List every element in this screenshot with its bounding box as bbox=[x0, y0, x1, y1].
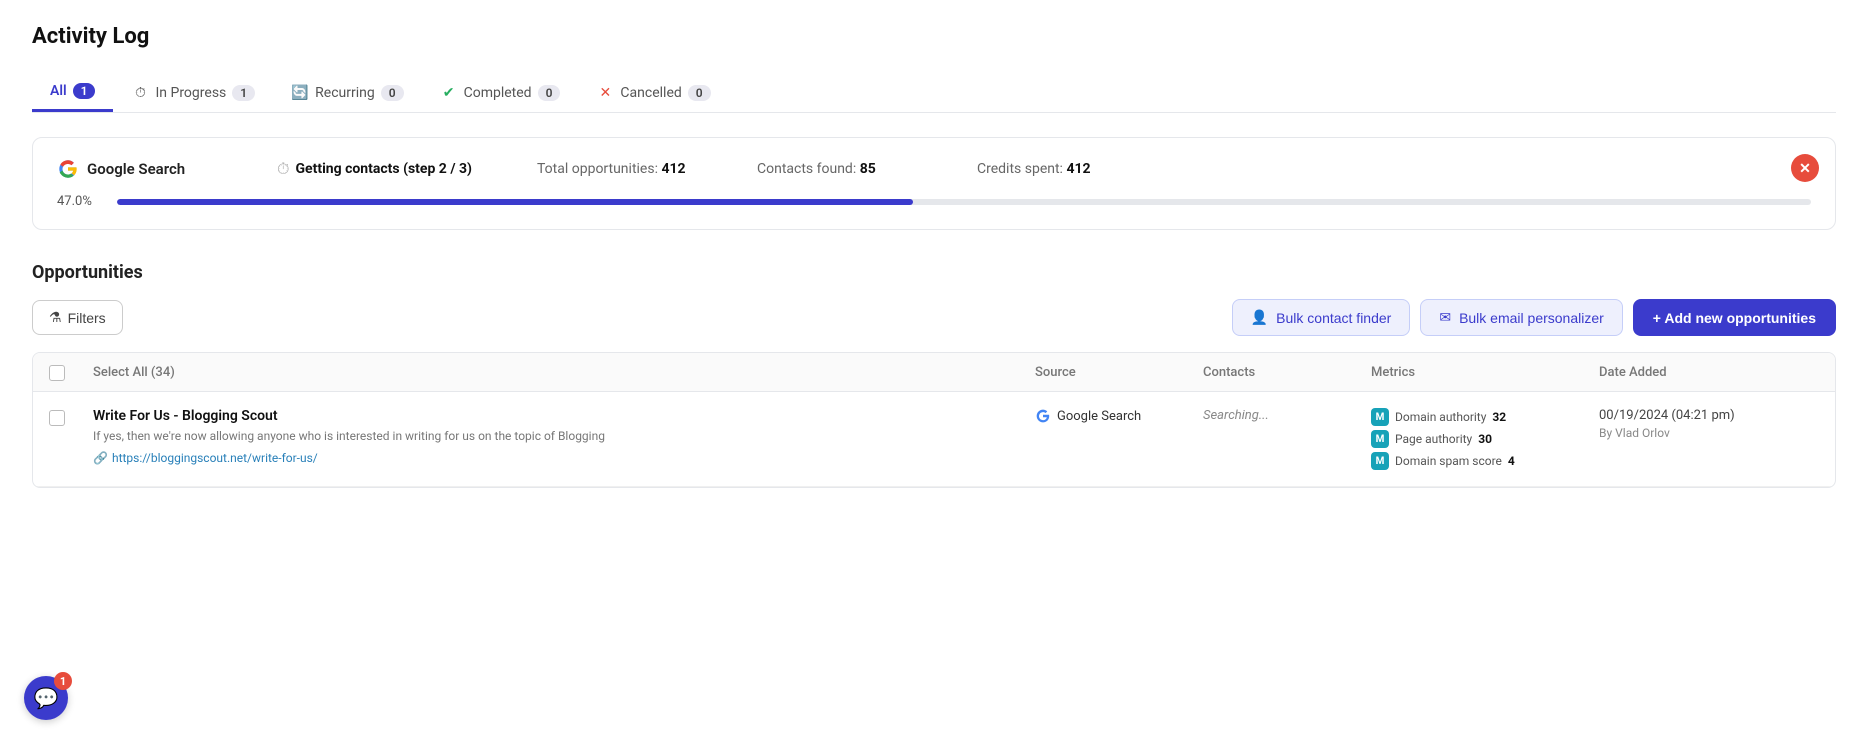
chat-badge: 1 bbox=[54, 672, 72, 690]
table-row: Write For Us - Blogging Scout If yes, th… bbox=[33, 392, 1835, 487]
opportunities-toolbar: ⚗ Filters 👤 Bulk contact finder ✉ Bulk e… bbox=[32, 299, 1836, 336]
metric-domain-authority: M Domain authority 32 bbox=[1371, 408, 1591, 426]
tab-in-progress[interactable]: ⏱ In Progress 1 bbox=[113, 73, 273, 112]
moz-icon-3: M bbox=[1371, 452, 1389, 470]
opportunity-metrics: M Domain authority 32 M Page authority 3… bbox=[1371, 408, 1591, 470]
table-header-metrics: Metrics bbox=[1371, 365, 1591, 380]
table-header-source: Source bbox=[1035, 365, 1195, 380]
person-icon: 👤 bbox=[1251, 309, 1268, 326]
opportunity-description: If yes, then we're now allowing anyone w… bbox=[93, 428, 1027, 445]
tab-recurring-label: Recurring bbox=[315, 85, 375, 101]
table-header-contacts: Contacts bbox=[1203, 365, 1363, 380]
table-header: Select All (34) Source Contacts Metrics … bbox=[33, 353, 1835, 392]
opportunity-contacts: Searching... bbox=[1203, 408, 1363, 423]
moz-icon-2: M bbox=[1371, 430, 1389, 448]
tab-all[interactable]: All 1 bbox=[32, 73, 113, 112]
tab-in-progress-label: In Progress bbox=[155, 85, 226, 101]
chat-icon: 💬 bbox=[34, 686, 59, 710]
progress-row: 47.0% bbox=[57, 194, 1811, 209]
tab-cancelled[interactable]: ✕ Cancelled 0 bbox=[578, 73, 728, 112]
progress-bar-fill bbox=[117, 199, 913, 205]
chat-button[interactable]: 💬 1 bbox=[24, 676, 68, 720]
opportunity-info: Write For Us - Blogging Scout If yes, th… bbox=[93, 408, 1027, 465]
tab-recurring-badge: 0 bbox=[381, 85, 404, 101]
table-header-date: Date Added bbox=[1599, 365, 1819, 380]
metric-spam-score: M Domain spam score 4 bbox=[1371, 452, 1591, 470]
progress-bar-background bbox=[117, 199, 1811, 205]
tabs-bar: All 1 ⏱ In Progress 1 🔄 Recurring 0 ✔ Co… bbox=[32, 73, 1836, 113]
opportunity-link[interactable]: 🔗 https://bloggingscout.net/write-for-us… bbox=[93, 451, 1027, 465]
opportunities-title: Opportunities bbox=[32, 262, 1836, 283]
activity-total-opportunities: Total opportunities: 412 bbox=[537, 161, 757, 177]
opportunities-table: Select All (34) Source Contacts Metrics … bbox=[32, 352, 1836, 488]
opportunity-date: 00/19/2024 (04:21 pm) By Vlad Orlov bbox=[1599, 408, 1819, 440]
recurring-icon: 🔄 bbox=[291, 84, 309, 102]
bulk-contact-finder-button[interactable]: 👤 Bulk contact finder bbox=[1232, 299, 1411, 336]
email-icon: ✉ bbox=[1439, 309, 1451, 326]
close-activity-button[interactable]: ✕ bbox=[1791, 154, 1819, 182]
tab-cancelled-badge: 0 bbox=[688, 85, 711, 101]
opportunities-section: Opportunities ⚗ Filters 👤 Bulk contact f… bbox=[32, 262, 1836, 488]
opportunity-source: Google Search bbox=[1035, 408, 1195, 424]
add-new-opportunities-button[interactable]: + Add new opportunities bbox=[1633, 299, 1836, 336]
activity-credits-spent: Credits spent: 412 bbox=[977, 161, 1197, 177]
progress-label: 47.0% bbox=[57, 194, 105, 209]
completed-icon: ✔ bbox=[440, 84, 458, 102]
table-header-title: Select All (34) bbox=[93, 365, 1027, 380]
metric-page-authority: M Page authority 30 bbox=[1371, 430, 1591, 448]
cancelled-icon: ✕ bbox=[596, 84, 614, 102]
activity-contacts-found: Contacts found: 85 bbox=[757, 161, 977, 177]
tab-all-badge: 1 bbox=[73, 83, 96, 99]
activity-step: ⏱ Getting contacts (step 2 / 3) bbox=[277, 159, 537, 179]
tab-all-label: All bbox=[50, 83, 67, 99]
opportunity-title: Write For Us - Blogging Scout bbox=[93, 408, 1027, 424]
activity-card: ✕ Google Search ⏱ Getting contacts (step… bbox=[32, 137, 1836, 230]
toolbar-right: 👤 Bulk contact finder ✉ Bulk email perso… bbox=[1232, 299, 1836, 336]
step-icon: ⏱ bbox=[277, 159, 289, 179]
activity-step-label: Getting contacts (step 2 / 3) bbox=[295, 161, 471, 177]
clock-icon: ⏱ bbox=[131, 84, 149, 102]
tab-completed[interactable]: ✔ Completed 0 bbox=[422, 73, 579, 112]
row-checkbox[interactable] bbox=[49, 408, 85, 426]
tab-cancelled-label: Cancelled bbox=[620, 85, 681, 101]
tab-recurring[interactable]: 🔄 Recurring 0 bbox=[273, 73, 421, 112]
filters-button[interactable]: ⚗ Filters bbox=[32, 300, 123, 335]
page-title: Activity Log bbox=[32, 24, 1836, 49]
google-icon bbox=[57, 158, 79, 180]
moz-icon: M bbox=[1371, 408, 1389, 426]
activity-source-label: Google Search bbox=[87, 160, 185, 178]
filter-icon: ⚗ bbox=[49, 309, 62, 326]
tab-completed-badge: 0 bbox=[538, 85, 561, 101]
google-source-icon bbox=[1035, 408, 1051, 424]
activity-source: Google Search bbox=[57, 158, 277, 180]
tab-completed-label: Completed bbox=[464, 85, 532, 101]
link-icon: 🔗 bbox=[93, 451, 108, 465]
select-all-checkbox[interactable] bbox=[49, 363, 85, 381]
bulk-email-personalizer-button[interactable]: ✉ Bulk email personalizer bbox=[1420, 299, 1622, 336]
tab-in-progress-badge: 1 bbox=[232, 85, 255, 101]
